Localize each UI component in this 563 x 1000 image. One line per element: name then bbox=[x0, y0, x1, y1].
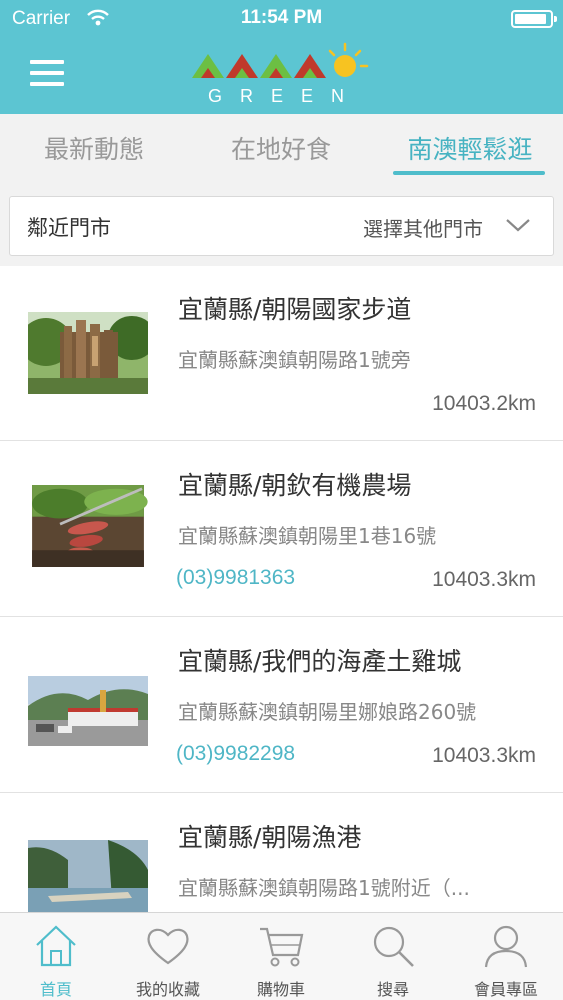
item-address: 宜蘭縣蘇澳鎮朝陽路1號附近（... bbox=[178, 876, 470, 900]
search-icon bbox=[373, 926, 414, 967]
brand-logo: GREEN bbox=[188, 40, 374, 108]
farm-thumbnail bbox=[32, 485, 148, 567]
menu-button[interactable] bbox=[30, 58, 66, 88]
sun-icon bbox=[328, 42, 369, 77]
place-list: 宜蘭縣/朝陽國家步道 宜蘭縣蘇澳鎮朝陽路1號旁 10403.2km 宜蘭縣/朝欽… bbox=[0, 266, 563, 912]
nav-search[interactable]: 搜尋 bbox=[337, 913, 449, 1000]
nearby-stores-label: 鄰近門市 bbox=[27, 216, 111, 240]
nav-label: 購物車 bbox=[256, 980, 305, 999]
store-selector[interactable]: 鄰近門市 選擇其他門市 bbox=[9, 196, 554, 256]
battery-icon bbox=[511, 10, 557, 28]
tab-nanao-stroll[interactable]: 南澳輕鬆逛 bbox=[380, 114, 560, 186]
nav-label: 會員專區 bbox=[473, 980, 538, 999]
nav-member[interactable]: 會員專區 bbox=[450, 913, 562, 1000]
nav-favorites[interactable]: 我的收藏 bbox=[112, 913, 224, 1000]
item-address: 宜蘭縣蘇澳鎮朝陽路1號旁 bbox=[178, 348, 411, 372]
logo-mark bbox=[192, 42, 369, 78]
trail-thumbnail bbox=[28, 312, 148, 394]
item-address: 宜蘭縣蘇澳鎮朝陽里1巷16號 bbox=[178, 524, 437, 548]
nav-cart[interactable]: 購物車 bbox=[225, 913, 337, 1000]
app-header: Carrier 11:54 PM GREEN bbox=[0, 0, 563, 114]
nav-label: 搜尋 bbox=[376, 980, 409, 999]
list-item[interactable]: 宜蘭縣/朝陽漁港 宜蘭縣蘇澳鎮朝陽路1號附近（... bbox=[0, 794, 563, 912]
category-tabs: 最新動態 在地好食 南澳輕鬆逛 bbox=[0, 114, 563, 186]
menu-icon-line bbox=[30, 82, 64, 86]
menu-icon bbox=[30, 60, 64, 64]
chevron-down-icon bbox=[506, 219, 530, 232]
item-distance: 10403.3km bbox=[432, 744, 536, 767]
restaurant-thumbnail bbox=[28, 676, 148, 746]
item-distance: 10403.2km bbox=[432, 392, 536, 415]
nav-label: 我的收藏 bbox=[135, 980, 200, 999]
logo-text: GREEN bbox=[208, 86, 363, 106]
item-phone-link[interactable]: (03)9981363 bbox=[176, 566, 295, 590]
tab-latest-news[interactable]: 最新動態 bbox=[20, 114, 168, 186]
choose-other-store-label: 選擇其他門市 bbox=[363, 217, 483, 241]
item-title: 宜蘭縣/朝陽國家步道 bbox=[178, 295, 412, 324]
item-title: 宜蘭縣/朝欽有機農場 bbox=[178, 471, 412, 500]
app-screen: Carrier 11:54 PM GREEN 最新動態 在地好食 南澳輕鬆逛 鄰… bbox=[0, 0, 563, 1000]
nav-home[interactable]: 首頁 bbox=[0, 913, 112, 1000]
nav-label: 首頁 bbox=[39, 980, 72, 999]
user-icon bbox=[484, 925, 528, 968]
item-distance: 10403.3km bbox=[432, 568, 536, 591]
cart-icon bbox=[260, 927, 304, 967]
home-icon bbox=[36, 925, 76, 967]
battery-fill bbox=[515, 14, 546, 24]
menu-icon-line bbox=[30, 71, 64, 75]
tab-local-food[interactable]: 在地好食 bbox=[207, 114, 355, 186]
bottom-tab-bar: 首頁 我的收藏 購物車 搜尋 會員專區 bbox=[0, 912, 563, 1000]
item-title: 宜蘭縣/朝陽漁港 bbox=[178, 823, 362, 852]
harbor-thumbnail bbox=[28, 840, 148, 912]
status-time: 11:54 PM bbox=[240, 7, 323, 28]
list-item[interactable]: 宜蘭縣/我們的海產土雞城 宜蘭縣蘇澳鎮朝陽里娜娘路260號 (03)998229… bbox=[0, 618, 563, 793]
heart-icon bbox=[147, 928, 189, 965]
list-item[interactable]: 宜蘭縣/朝陽國家步道 宜蘭縣蘇澳鎮朝陽路1號旁 10403.2km bbox=[0, 266, 563, 441]
list-item[interactable]: 宜蘭縣/朝欽有機農場 宜蘭縣蘇澳鎮朝陽里1巷16號 (03)9981363 10… bbox=[0, 442, 563, 617]
item-phone-link[interactable]: (03)9982298 bbox=[176, 742, 295, 766]
item-address: 宜蘭縣蘇澳鎮朝陽里娜娘路260號 bbox=[178, 700, 477, 724]
item-title: 宜蘭縣/我們的海產土雞城 bbox=[178, 647, 462, 676]
active-tab-indicator bbox=[393, 171, 545, 175]
status-bar: Carrier 11:54 PM bbox=[0, 0, 563, 38]
